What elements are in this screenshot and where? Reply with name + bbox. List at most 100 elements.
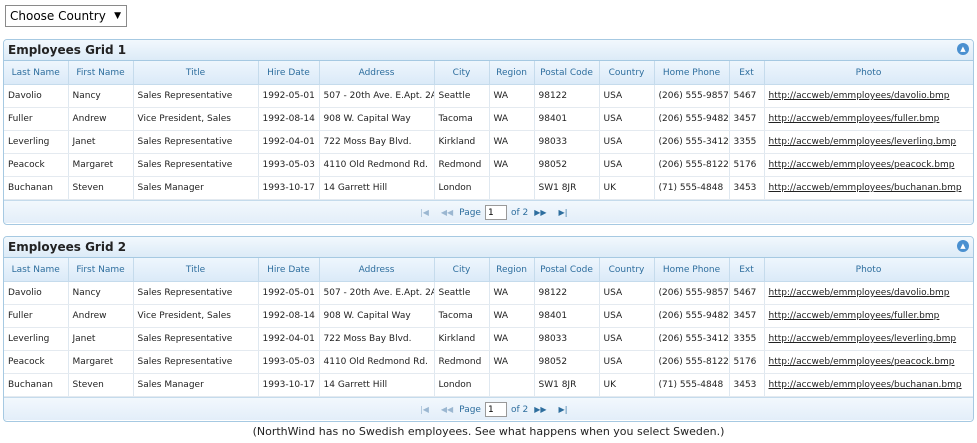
page-input[interactable]: 1 <box>484 402 507 417</box>
next-page-icon[interactable]: ▶▶ <box>534 208 546 217</box>
photo-link[interactable]: http://accweb/emmployees/leverling.bmp <box>764 130 973 154</box>
last-page-icon[interactable]: ▶| <box>559 208 568 217</box>
table-cell: Davolio <box>4 281 69 305</box>
table-row[interactable]: Davolio Nancy Sales Representative 1992-05-… <box>4 84 973 108</box>
table-cell: 14 Garrett Hill <box>319 176 435 200</box>
table-cell: UK <box>599 373 655 397</box>
column-header[interactable]: Last Name <box>4 61 69 85</box>
table-cell: 5467 <box>729 84 765 108</box>
table-row[interactable]: Fuller Andrew Vice President, Sales 1992-08… <box>4 107 973 131</box>
header-row: Last Name First Name Title Hire Date Address… <box>4 258 973 282</box>
table-cell: USA <box>599 153 655 177</box>
column-header[interactable]: Ext <box>729 258 765 282</box>
table-cell: Seattle <box>434 84 490 108</box>
column-header[interactable]: Home Phone <box>654 61 730 85</box>
column-header[interactable]: First Name <box>68 258 134 282</box>
table-cell: Sales Representative <box>133 327 259 351</box>
table-cell: Peacock <box>4 153 69 177</box>
grid-title: Employees Grid 2 <box>8 240 127 254</box>
prev-page-icon[interactable]: ◀◀ <box>441 405 453 414</box>
grid-table: Last Name First Name Title Hire Date Address… <box>4 258 973 397</box>
page-count: of 2 <box>510 404 529 415</box>
table-cell: Sales Representative <box>133 153 259 177</box>
column-header[interactable]: Address <box>319 258 435 282</box>
column-header[interactable]: Title <box>133 258 259 282</box>
photo-link[interactable]: http://accweb/emmployees/davolio.bmp <box>764 281 973 305</box>
table-row[interactable]: Leverling Janet Sales Representative 1992-0… <box>4 327 973 351</box>
collapse-icon[interactable]: ▲ <box>957 240 969 252</box>
column-header[interactable]: Ext <box>729 61 765 85</box>
column-header[interactable]: City <box>434 258 490 282</box>
table-row[interactable]: Peacock Margaret Sales Representative 1993-… <box>4 153 973 177</box>
column-header[interactable]: Region <box>489 61 535 85</box>
table-cell: WA <box>489 107 535 131</box>
table-cell: Kirkland <box>434 130 490 154</box>
table-cell <box>489 176 535 200</box>
column-header[interactable]: Postal Code <box>534 61 600 85</box>
table-cell: 1992-08-14 <box>258 304 320 328</box>
photo-link[interactable]: http://accweb/emmployees/fuller.bmp <box>764 304 973 328</box>
table-cell: (206) 555-3412 <box>654 327 730 351</box>
column-header[interactable]: Country <box>599 61 655 85</box>
country-select[interactable]: Choose Country ▼ <box>5 5 127 27</box>
table-cell: Leverling <box>4 327 69 351</box>
table-cell: WA <box>489 84 535 108</box>
table-cell: USA <box>599 304 655 328</box>
table-row[interactable]: Buchanan Steven Sales Manager 1993-10-17 14 … <box>4 373 973 397</box>
first-page-icon[interactable]: |◀ <box>420 405 429 414</box>
table-cell: Seattle <box>434 281 490 305</box>
table-cell: Vice President, Sales <box>133 107 259 131</box>
table-cell: (206) 555-9482 <box>654 304 730 328</box>
column-header[interactable]: Photo <box>764 258 973 282</box>
table-cell: 908 W. Capital Way <box>319 304 435 328</box>
photo-link[interactable]: http://accweb/emmployees/davolio.bmp <box>764 84 973 108</box>
column-header[interactable]: Country <box>599 258 655 282</box>
table-cell <box>489 373 535 397</box>
photo-link[interactable]: http://accweb/emmployees/buchanan.bmp <box>764 373 973 397</box>
table-cell: 1992-05-01 <box>258 281 320 305</box>
table-cell: Tacoma <box>434 107 490 131</box>
table-row[interactable]: Buchanan Steven Sales Manager 1993-10-17 14 … <box>4 176 973 200</box>
table-cell: 722 Moss Bay Blvd. <box>319 327 435 351</box>
column-header[interactable]: Home Phone <box>654 258 730 282</box>
table-cell: (206) 555-3412 <box>654 130 730 154</box>
photo-link[interactable]: http://accweb/emmployees/peacock.bmp <box>764 350 973 374</box>
prev-page-icon[interactable]: ◀◀ <box>441 208 453 217</box>
column-header[interactable]: City <box>434 61 490 85</box>
column-header[interactable]: Hire Date <box>258 258 320 282</box>
table-cell: WA <box>489 281 535 305</box>
table-row[interactable]: Peacock Margaret Sales Representative 1993-… <box>4 350 973 374</box>
column-header[interactable]: Title <box>133 61 259 85</box>
column-header[interactable]: Hire Date <box>258 61 320 85</box>
table-cell: London <box>434 373 490 397</box>
collapse-icon[interactable]: ▲ <box>957 43 969 55</box>
column-header[interactable]: Photo <box>764 61 973 85</box>
column-header[interactable]: Address <box>319 61 435 85</box>
table-cell: 98052 <box>534 153 600 177</box>
next-page-icon[interactable]: ▶▶ <box>534 405 546 414</box>
table-cell: 98052 <box>534 350 600 374</box>
page-input[interactable]: 1 <box>484 205 507 220</box>
table-cell: Andrew <box>68 304 134 328</box>
table-row[interactable]: Fuller Andrew Vice President, Sales 1992-08… <box>4 304 973 328</box>
photo-link[interactable]: http://accweb/emmployees/buchanan.bmp <box>764 176 973 200</box>
first-page-icon[interactable]: |◀ <box>420 208 429 217</box>
table-row[interactable]: Leverling Janet Sales Representative 1992-0… <box>4 130 973 154</box>
photo-link[interactable]: http://accweb/emmployees/leverling.bmp <box>764 327 973 351</box>
column-header[interactable]: First Name <box>68 61 134 85</box>
table-cell: (206) 555-8122 <box>654 350 730 374</box>
photo-link[interactable]: http://accweb/emmployees/peacock.bmp <box>764 153 973 177</box>
table-cell: SW1 8JR <box>534 373 600 397</box>
column-header[interactable]: Postal Code <box>534 258 600 282</box>
table-cell: (71) 555-4848 <box>654 176 730 200</box>
column-header[interactable]: Last Name <box>4 258 69 282</box>
table-cell: Nancy <box>68 84 134 108</box>
column-header[interactable]: Region <box>489 258 535 282</box>
table-cell: Janet <box>68 130 134 154</box>
table-cell: 1993-05-03 <box>258 350 320 374</box>
table-cell: 98033 <box>534 130 600 154</box>
last-page-icon[interactable]: ▶| <box>559 405 568 414</box>
photo-link[interactable]: http://accweb/emmployees/fuller.bmp <box>764 107 973 131</box>
table-row[interactable]: Davolio Nancy Sales Representative 1992-05-… <box>4 281 973 305</box>
table-cell: 5176 <box>729 350 765 374</box>
